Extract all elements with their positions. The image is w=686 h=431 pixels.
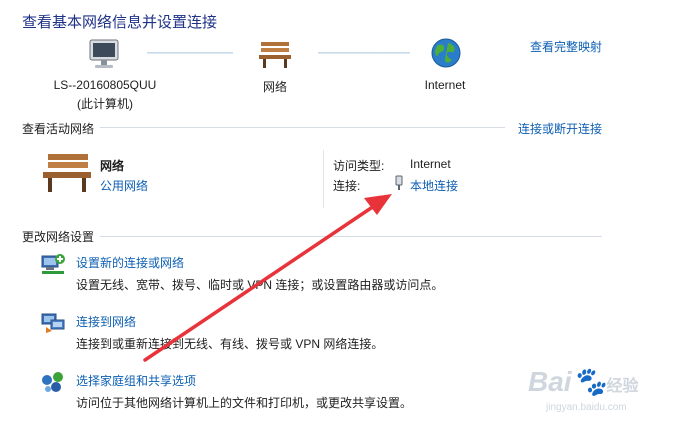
watermark-brand-text: Bai xyxy=(528,366,572,397)
paw-icon: 🐾 xyxy=(571,366,607,397)
watermark-brand: Bai🐾经验 xyxy=(528,365,638,398)
watermark-url: jingyan.baidu.com xyxy=(546,402,627,413)
watermark-brand-cn: 经验 xyxy=(606,378,639,395)
